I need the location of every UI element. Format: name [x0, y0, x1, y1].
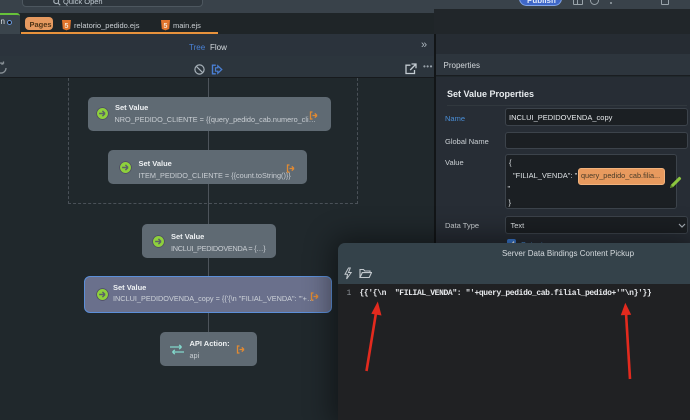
svg-text:5: 5 — [65, 23, 69, 30]
svg-text:5: 5 — [164, 23, 168, 30]
